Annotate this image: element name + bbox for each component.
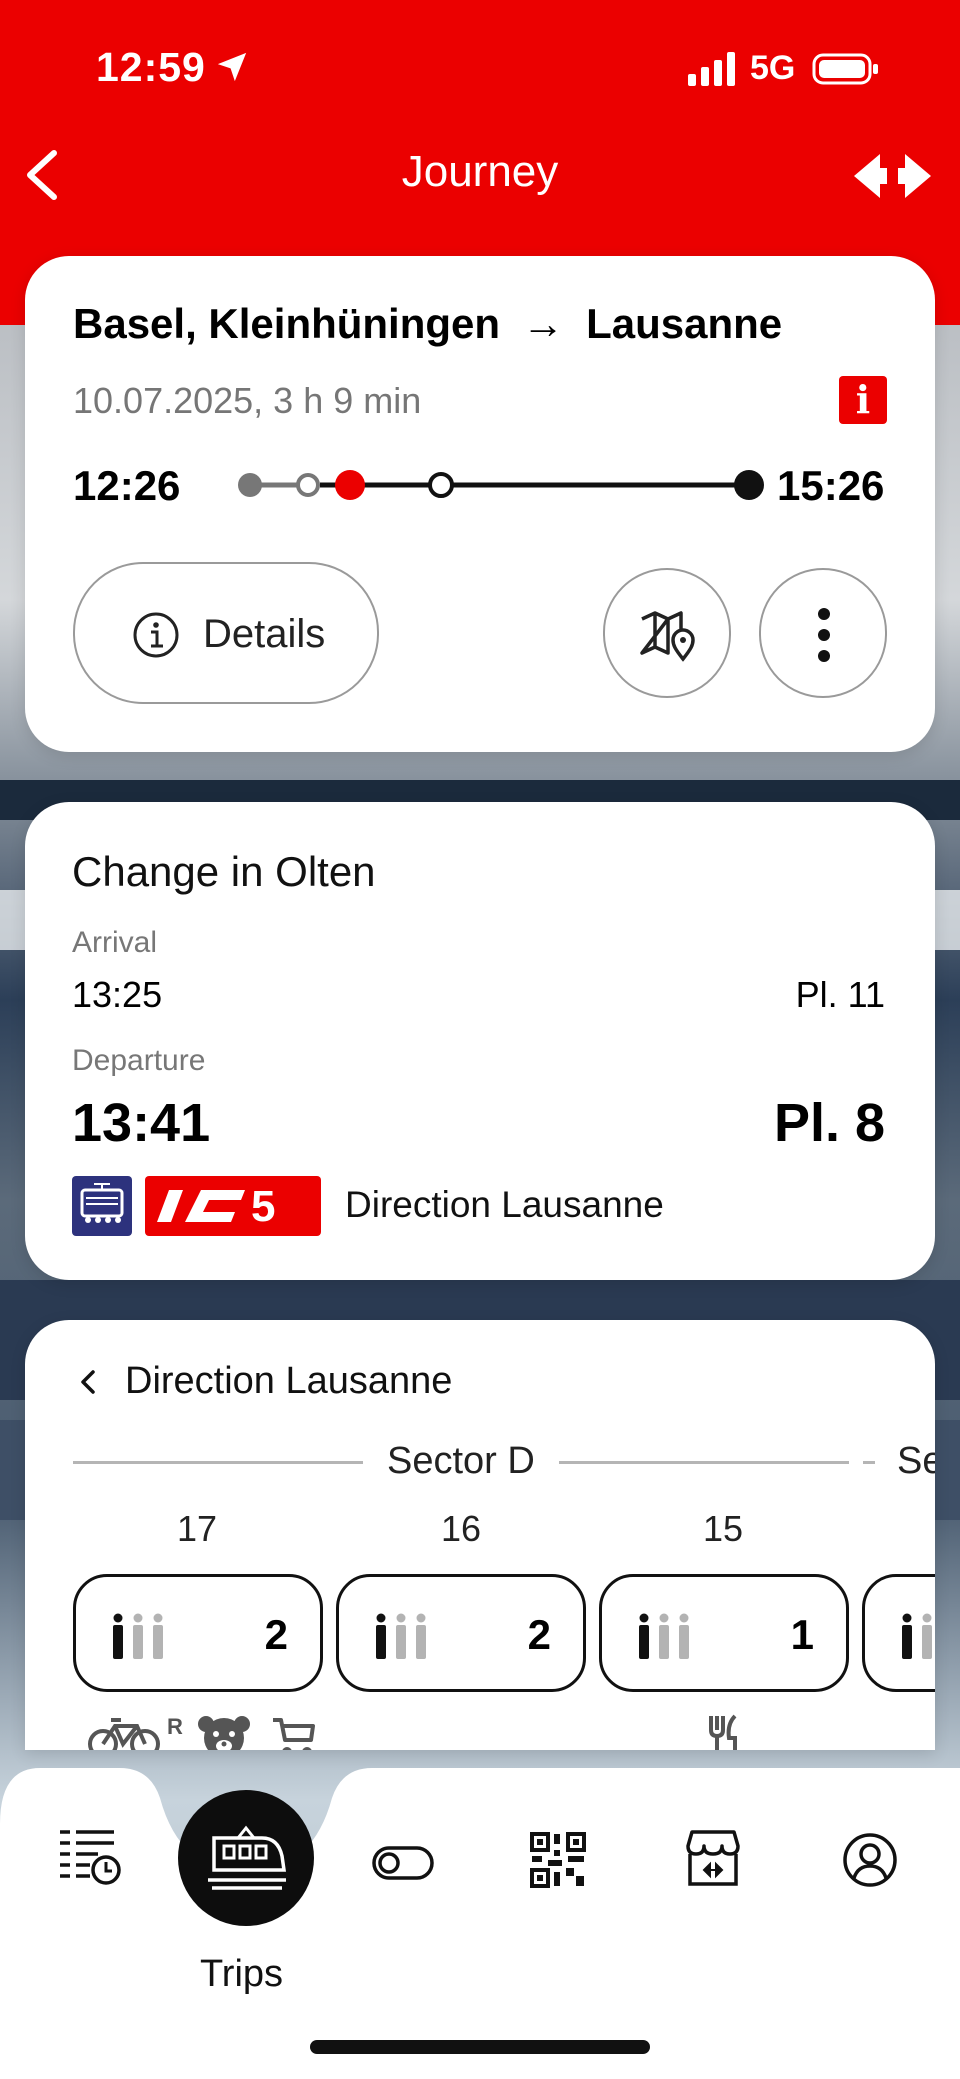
info-circle-icon	[133, 612, 179, 658]
timetable-icon[interactable]	[58, 1828, 122, 1886]
shop-icon[interactable]	[682, 1830, 744, 1888]
coach-17[interactable]: 2	[73, 1574, 323, 1692]
more-vertical-icon	[818, 608, 830, 662]
train-line-number: 5	[251, 1182, 276, 1231]
tab-bar	[0, 1768, 960, 2079]
destination-station: Lausanne	[586, 300, 783, 347]
battery-icon	[812, 53, 878, 85]
bike-reservation-mark: R	[167, 1714, 183, 1739]
network-type: 5G	[750, 49, 796, 87]
sector-label: Sector D	[387, 1440, 535, 1482]
change-arrival-platform: Pl. 11	[795, 974, 885, 1015]
departure-time: 12:26	[73, 462, 181, 509]
coach-class: 2	[264, 1611, 288, 1658]
train-formation-card: Direction Lausanne Sector D Se 17 16 15 …	[25, 1320, 935, 1750]
route-title: Basel, Kleinhüningen → Lausanne	[73, 300, 782, 348]
train-direction: Direction Lausanne	[345, 1184, 664, 1225]
home-indicator	[310, 2040, 650, 2054]
origin-station: Basel, Kleinhüningen	[73, 300, 501, 347]
coach-15[interactable]: 1	[599, 1574, 849, 1692]
change-card: Change in Olten Arrival 13:25 Pl. 11 Dep…	[25, 802, 935, 1280]
train-trips-icon	[208, 1825, 287, 1890]
status-time: 12:59	[96, 44, 206, 90]
trips-tab[interactable]	[178, 1790, 314, 1926]
occupancy-icon	[113, 1613, 163, 1659]
date-duration: 10.07.2025, 3 h 9 min	[73, 380, 422, 421]
family-zone-icon	[198, 1716, 250, 1750]
qr-code-icon[interactable]	[530, 1832, 586, 1888]
sbb-logo-icon[interactable]	[850, 150, 935, 202]
coach-16[interactable]: 2	[336, 1574, 586, 1692]
occupancy-icon	[376, 1613, 426, 1659]
restaurant-icon	[709, 1714, 737, 1750]
change-title: Change in Olten	[72, 848, 376, 895]
coach-class: 1	[790, 1611, 814, 1658]
signal-icon	[688, 52, 735, 86]
sector-divider	[559, 1461, 849, 1464]
coach-partial[interactable]	[862, 1574, 935, 1692]
chevron-left-icon[interactable]	[73, 1362, 103, 1402]
coach-number: 16	[441, 1508, 482, 1549]
location-arrow-icon	[217, 52, 247, 82]
next-sector-label: Se	[897, 1440, 935, 1482]
arrival-time: 15:26	[777, 462, 885, 509]
coach-number: 15	[703, 1508, 744, 1549]
arrival-label: Arrival	[72, 926, 158, 959]
occupancy-icon	[902, 1613, 932, 1659]
profile-icon[interactable]	[842, 1832, 898, 1888]
occupancy-icon	[639, 1613, 689, 1659]
trips-tab-label: Trips	[200, 1953, 284, 1995]
departure-label: Departure	[72, 1044, 206, 1077]
details-button[interactable]: Details	[73, 562, 379, 704]
formation-direction: Direction Lausanne	[125, 1360, 453, 1402]
change-departure-platform: Pl. 8	[773, 1093, 885, 1153]
journey-progress-timeline	[238, 470, 764, 500]
coach-class: 2	[527, 1611, 551, 1658]
bicycle-reservation-icon: R	[88, 1714, 183, 1750]
info-icon[interactable]: i	[839, 376, 887, 424]
sector-divider	[863, 1461, 875, 1464]
stroller-icon	[273, 1718, 315, 1750]
change-departure-time: 13:41	[72, 1093, 211, 1153]
train-icon	[72, 1176, 132, 1236]
journey-summary-card: Basel, Kleinhüningen → Lausanne 10.07.2025…	[25, 256, 935, 752]
change-arrival-time: 13:25	[72, 974, 163, 1015]
sector-divider	[73, 1461, 363, 1464]
coach-number: 17	[177, 1508, 218, 1549]
map-button[interactable]	[603, 568, 731, 698]
toggle-icon[interactable]	[372, 1846, 434, 1880]
more-options-button[interactable]	[759, 568, 887, 698]
ic-line-badge: 5	[145, 1176, 321, 1236]
details-label: Details	[203, 612, 326, 656]
page-title: Journey	[401, 147, 559, 196]
map-pin-icon	[640, 611, 695, 662]
route-arrow: →	[522, 300, 565, 347]
ic-logo-icon	[157, 1190, 245, 1222]
